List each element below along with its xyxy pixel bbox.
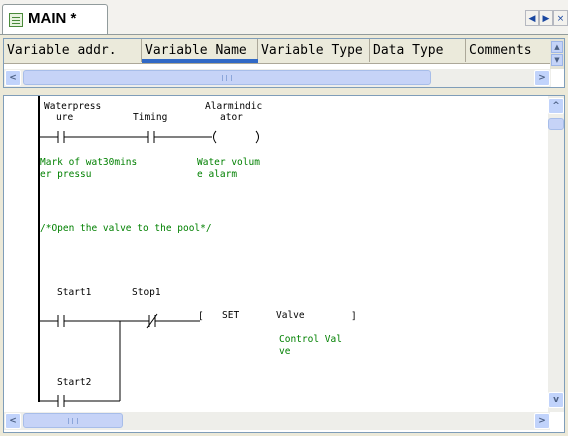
set-instruction-comment-line2: ve [279,346,291,357]
tab-close-button[interactable]: × [553,10,568,26]
scrollbar-thumb[interactable] [23,70,431,85]
column-header-comments[interactable]: Comments [466,39,552,62]
scrollbar-thumb[interactable] [23,413,123,428]
scroll-up-button[interactable]: ^ [548,98,564,114]
coil-right-arc [255,130,259,144]
coil-left-arc [213,130,217,144]
contact-waterpressure-comment-line1: Mark of wat30mins [40,157,138,168]
ladder-vertical-scrollbar[interactable]: ^ v [548,96,564,412]
coil-alarmindicator-name-line2: ator [220,112,243,123]
tab-main-label: MAIN * [28,10,77,27]
chevron-right-icon: ▶ [542,14,550,24]
contact-start1-name: Start1 [57,287,92,298]
variable-table-horizontal-scrollbar[interactable]: < > [4,69,551,87]
tab-main[interactable]: MAIN * [2,4,108,34]
contact-timing-comment-line1: Water volum [197,157,260,168]
ladder-wiring [40,130,259,407]
program-icon [9,13,23,27]
column-header-variable-addr[interactable]: Variable addr. [4,39,142,62]
set-instruction-open-bracket: [ [198,311,204,322]
chevron-right-icon: > [538,73,546,83]
grip-icon [68,418,78,424]
scroll-right-button[interactable]: > [534,70,550,86]
contact-timing-name: Timing [133,112,168,123]
tab-prev-button[interactable]: ◀ [525,10,539,26]
chevron-down-icon: v [553,395,559,405]
chevron-up-icon: ^ [552,101,560,111]
chevron-left-icon: < [9,73,17,83]
coil-alarmindicator-name-line1: Alarmindic [205,101,263,112]
scroll-left-button[interactable]: < [5,70,21,86]
network-comment: /*Open the valve to the pool*/ [40,223,212,234]
ladder-editor[interactable]: Waterpress ure Timing Alarmindic ator Ma… [3,95,565,433]
editor-tab-strip: MAIN * ◀ ▶ × [0,0,568,35]
ladder-horizontal-scrollbar[interactable]: < > [4,412,550,430]
set-instruction-comment-line1: Control Val [279,334,342,345]
close-icon: × [556,14,565,24]
grip-icon [222,75,232,81]
scroll-down-button[interactable]: v [548,392,564,408]
contact-waterpressure-comment-line2: er pressu [40,169,92,180]
contact-timing-comment-line2: e alarm [197,169,238,180]
contact-start2-name: Start2 [57,377,92,388]
chevron-left-icon: ◀ [528,14,536,24]
variable-table-header: Variable addr. Variable Name Variable Ty… [4,39,552,64]
set-instruction-operand: Valve [276,310,305,321]
chevron-left-icon: < [9,416,17,426]
contact-waterpressure-name-line1: Waterpress [44,101,102,112]
scroll-left-button[interactable]: < [5,413,21,429]
column-selection-indicator [142,59,258,63]
variable-table: Variable addr. Variable Name Variable Ty… [3,38,565,88]
chevron-right-icon: > [538,416,546,426]
contact-stop1-name: Stop1 [132,287,161,298]
set-instruction-close-bracket: ] [351,311,357,322]
scrollbar-thumb[interactable] [548,118,564,130]
scroll-right-button[interactable]: > [534,413,550,429]
variable-table-vertical-scrollbar[interactable]: ▲ ▼ [550,39,564,69]
scroll-down-icon[interactable]: ▼ [551,54,563,66]
set-instruction-op: SET [222,310,240,321]
scroll-up-icon[interactable]: ▲ [551,41,563,53]
column-header-data-type[interactable]: Data Type [370,39,466,62]
contact-waterpressure-name-line2: ure [56,112,74,123]
tab-next-button[interactable]: ▶ [539,10,553,26]
column-header-variable-type[interactable]: Variable Type [258,39,370,62]
